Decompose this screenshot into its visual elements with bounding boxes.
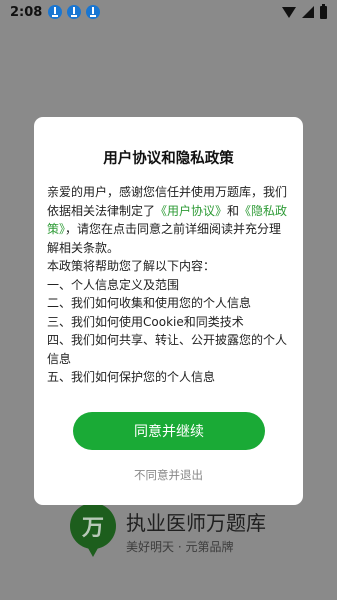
decline-button[interactable]: 不同意并退出 [34, 467, 303, 483]
download-icon [48, 5, 63, 19]
app-slogan: 美好明天 · 元第品牌 [126, 540, 234, 554]
dialog-title: 用户协议和隐私政策 [103, 151, 234, 167]
list-item: 三、我们如何使用Cookie和同类技术 [47, 314, 244, 329]
list-item: 五、我们如何保护您的个人信息 [47, 370, 216, 384]
status-right-icons [282, 3, 327, 19]
list-item: 二、我们如何收集和使用您的个人信息 [47, 296, 252, 310]
user-agreement-link[interactable]: 《用户协议》 [155, 204, 227, 218]
background-brand: 万 执业医师万题库 美好明天 · 元第品牌 [70, 500, 300, 560]
battery-icon [320, 3, 327, 19]
status-bar: 2:08 [0, 0, 337, 24]
list-item: 一、个人信息定义及范围 [47, 277, 180, 292]
privacy-dialog: 用户协议和隐私政策 亲爱的用户，感谢您信任并使用万题库，我们依据相关法律制定了《… [34, 117, 303, 505]
intro-suffix: ，请您在点击同意之前详细阅读并充分理解相关条款。 [47, 222, 282, 255]
dialog-body: 亲爱的用户，感谢您信任并使用万题库，我们依据相关法律制定了《用户协议》和《隐私政… [47, 183, 293, 387]
download-icon [67, 5, 82, 19]
download-icon [86, 5, 101, 19]
wifi-icon [282, 6, 296, 18]
app-name: 执业医师万题库 [126, 511, 266, 535]
status-time: 2:08 [10, 4, 43, 20]
agree-button[interactable]: 同意并继续 [73, 412, 265, 450]
help-intro: 本政策将帮助您了解以下内容： [47, 259, 216, 273]
intro-paragraph: 亲爱的用户，感谢您信任并使用万题库，我们依据相关法律制定了《用户协议》和《隐私政… [47, 183, 293, 257]
and-text: 和 [227, 203, 240, 218]
list-item: 四、我们如何共享、转让、公开披露您的个人信息 [47, 333, 288, 366]
app-logo: 万 [70, 503, 116, 557]
signal-icon [302, 6, 314, 18]
